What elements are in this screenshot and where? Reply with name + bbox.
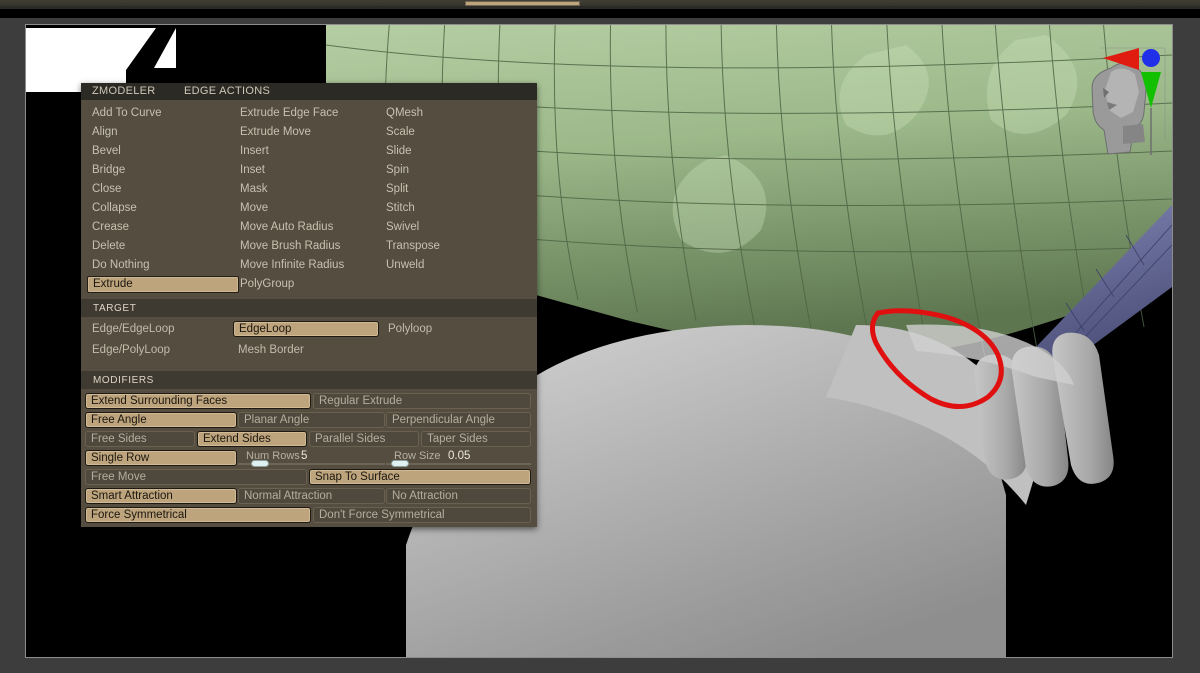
action-row: Add To Curve Extrude Edge Face QMesh (81, 104, 537, 123)
action-row: Collapse Move Stitch (81, 199, 537, 218)
target-edge-polyloop[interactable]: Edge/PolyLoop (87, 342, 170, 358)
target-section: TARGET Edge/EdgeLoop EdgeLoop Polyloop E… (81, 302, 537, 371)
action-bridge[interactable]: Bridge (87, 163, 125, 178)
action-move-auto-radius[interactable]: Move Auto Radius (235, 220, 333, 235)
action-row: Delete Move Brush Radius Transpose (81, 237, 537, 256)
modifier-regular-extrude[interactable]: Regular Extrude (313, 393, 531, 409)
modifier-extend-sides[interactable]: Extend Sides (197, 431, 307, 447)
slider-num-rows[interactable]: Num Rows 5 (238, 450, 385, 467)
slider-num-rows-knob[interactable] (251, 460, 269, 467)
modifiers-header-label: MODIFIERS (93, 375, 154, 386)
action-move[interactable]: Move (235, 201, 268, 216)
head-bust-icon (1091, 62, 1147, 155)
modifier-no-attraction[interactable]: No Attraction (386, 488, 531, 504)
modifiers-section: MODIFIERS Extend Surrounding Faces Regul… (81, 374, 537, 527)
action-inset[interactable]: Inset (235, 163, 265, 178)
action-stitch[interactable]: Stitch (381, 201, 415, 216)
action-row: Crease Move Auto Radius Swivel (81, 218, 537, 237)
modifier-normal-attraction[interactable]: Normal Attraction (238, 488, 385, 504)
modifier-planar-angle[interactable]: Planar Angle (238, 412, 385, 428)
action-qmesh[interactable]: QMesh (381, 106, 423, 121)
target-polyloop[interactable]: Polyloop (383, 321, 432, 337)
action-row: Do Nothing Move Infinite Radius Unweld (81, 256, 537, 275)
modifier-force-symmetrical[interactable]: Force Symmetrical (85, 507, 311, 523)
action-add-to-curve[interactable]: Add To Curve (87, 106, 161, 121)
action-transpose[interactable]: Transpose (381, 239, 440, 254)
slider-row-size[interactable]: Row Size 0.05 (386, 450, 531, 467)
action-polygroup[interactable]: PolyGroup (235, 277, 294, 292)
zbrush-window: ZMODELER EDGE ACTIONS Add To Curve Extru… (0, 0, 1200, 673)
target-edgeloop-selected[interactable]: EdgeLoop (233, 321, 379, 337)
action-swivel[interactable]: Swivel (381, 220, 419, 235)
edge-actions-list[interactable]: Add To Curve Extrude Edge Face QMesh Ali… (81, 100, 537, 299)
zmodeler-subtitle: EDGE ACTIONS (184, 85, 271, 97)
action-do-nothing[interactable]: Do Nothing (87, 258, 150, 273)
action-delete[interactable]: Delete (87, 239, 125, 254)
z-axis-handle[interactable] (1142, 49, 1160, 67)
action-move-infinite-radius[interactable]: Move Infinite Radius (235, 258, 344, 273)
action-extrude-selected[interactable]: Extrude (87, 276, 239, 293)
slider-num-rows-value: 5 (301, 450, 308, 462)
zmodeler-popup-menu[interactable]: ZMODELER EDGE ACTIONS Add To Curve Extru… (81, 83, 537, 527)
action-scale[interactable]: Scale (381, 125, 415, 140)
target-header-label: TARGET (93, 303, 137, 314)
modifier-perpendicular-angle[interactable]: Perpendicular Angle (386, 412, 531, 428)
action-move-brush-radius[interactable]: Move Brush Radius (235, 239, 340, 254)
slider-row-size-value: 0.05 (448, 450, 471, 462)
zmodeler-titlebar: ZMODELER EDGE ACTIONS (81, 83, 537, 100)
action-spin[interactable]: Spin (381, 163, 409, 178)
modifier-single-row[interactable]: Single Row (85, 450, 237, 466)
action-row: Close Mask Split (81, 180, 537, 199)
action-extrude-move[interactable]: Extrude Move (235, 125, 311, 140)
orientation-gizmo[interactable] (1081, 30, 1172, 155)
action-mask[interactable]: Mask (235, 182, 267, 197)
modifier-free-sides[interactable]: Free Sides (85, 431, 195, 447)
action-bevel[interactable]: Bevel (87, 144, 121, 159)
zmodeler-title: ZMODELER (92, 85, 156, 97)
action-row: Bevel Insert Slide (81, 142, 537, 161)
modifiers-header: MODIFIERS (81, 374, 537, 389)
action-row: Extrude PolyGroup (81, 275, 537, 294)
slider-row-size-knob[interactable] (391, 460, 409, 467)
modifier-dont-force-symmetrical[interactable]: Don't Force Symmetrical (313, 507, 531, 523)
modifier-snap-to-surface[interactable]: Snap To Surface (309, 469, 531, 485)
top-black-band (0, 9, 1200, 18)
modifier-free-move[interactable]: Free Move (85, 469, 307, 485)
modifier-taper-sides[interactable]: Taper Sides (421, 431, 531, 447)
modifier-free-angle[interactable]: Free Angle (85, 412, 237, 428)
action-slide[interactable]: Slide (381, 144, 412, 159)
action-row: Align Extrude Move Scale (81, 123, 537, 142)
top-toolbar-strip (0, 0, 1200, 9)
modifier-smart-attraction[interactable]: Smart Attraction (85, 488, 237, 504)
target-header: TARGET (81, 302, 537, 317)
action-extrude-edge-face[interactable]: Extrude Edge Face (235, 106, 338, 121)
action-unweld[interactable]: Unweld (381, 258, 424, 273)
action-crease[interactable]: Crease (87, 220, 129, 235)
cursor-marker-tail (154, 28, 176, 68)
target-mesh-border[interactable]: Mesh Border (233, 342, 304, 358)
action-insert[interactable]: Insert (235, 144, 269, 159)
target-edge-edgeloop[interactable]: Edge/EdgeLoop (87, 321, 175, 337)
modifier-extend-surrounding-faces[interactable]: Extend Surrounding Faces (85, 393, 311, 409)
action-row: Bridge Inset Spin (81, 161, 537, 180)
action-collapse[interactable]: Collapse (87, 201, 137, 216)
modifier-parallel-sides[interactable]: Parallel Sides (309, 431, 419, 447)
action-align[interactable]: Align (87, 125, 118, 140)
action-close[interactable]: Close (87, 182, 121, 197)
action-split[interactable]: Split (381, 182, 408, 197)
canvas[interactable]: ZMODELER EDGE ACTIONS Add To Curve Extru… (26, 25, 1172, 657)
